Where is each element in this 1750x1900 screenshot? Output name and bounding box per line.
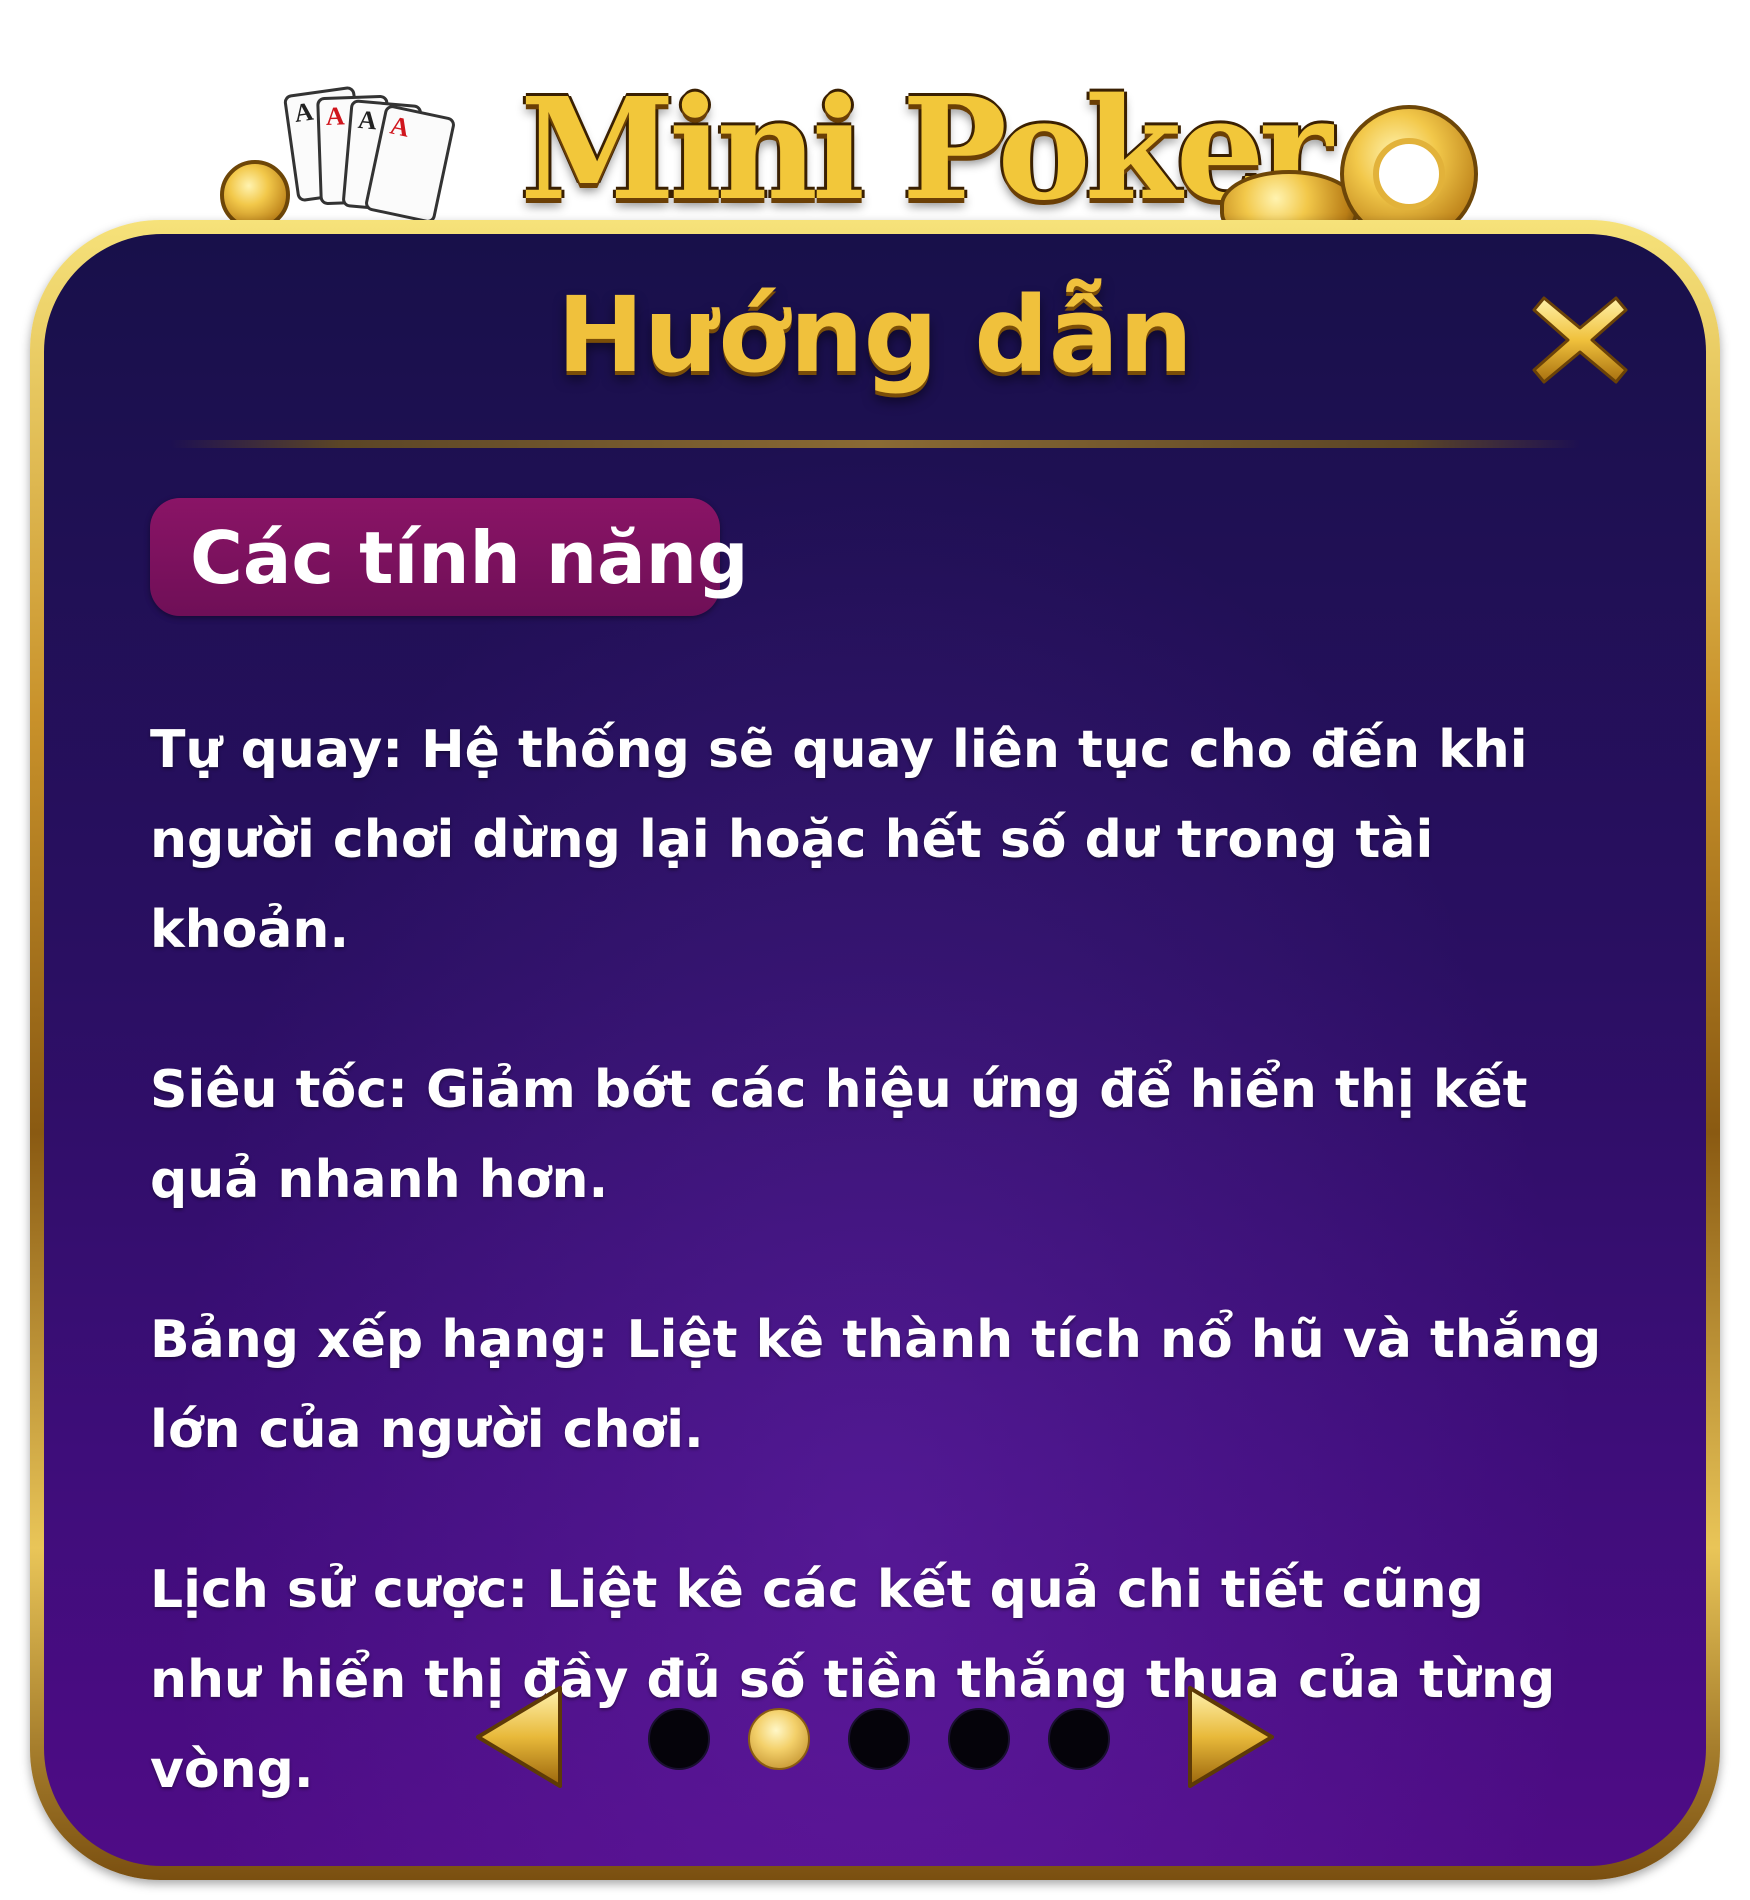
feature-leaderboard: Bảng xếp hạng: Liệt kê thành tích nổ hũ … [150, 1310, 1602, 1460]
feature-turbo: Siêu tốc: Giảm bớt các hiệu ứng để hiển … [150, 1060, 1528, 1210]
page-dot-4[interactable] [948, 1708, 1010, 1770]
title-divider [170, 440, 1580, 448]
page-navigation [470, 1670, 1280, 1790]
logo-title: Mini Poker [520, 68, 1333, 232]
section-title: Các tính năng [190, 516, 749, 600]
next-arrow-icon[interactable] [1184, 1682, 1280, 1796]
page-dot-3[interactable] [848, 1708, 910, 1770]
page-dot-2-active[interactable] [748, 1708, 810, 1770]
dialog-title: Hướng dẫn [557, 274, 1193, 396]
playing-cards-icon: A A A A [282, 85, 490, 240]
prev-arrow-icon[interactable] [470, 1682, 566, 1796]
page-dot-1[interactable] [648, 1708, 710, 1770]
close-icon[interactable] [1530, 290, 1630, 390]
mini-poker-logo: A A A A Mini Poker [210, 50, 1510, 248]
page-dot-5[interactable] [1048, 1708, 1110, 1770]
feature-auto-spin: Tự quay: Hệ thống sẽ quay liên tục cho đ… [150, 720, 1528, 960]
